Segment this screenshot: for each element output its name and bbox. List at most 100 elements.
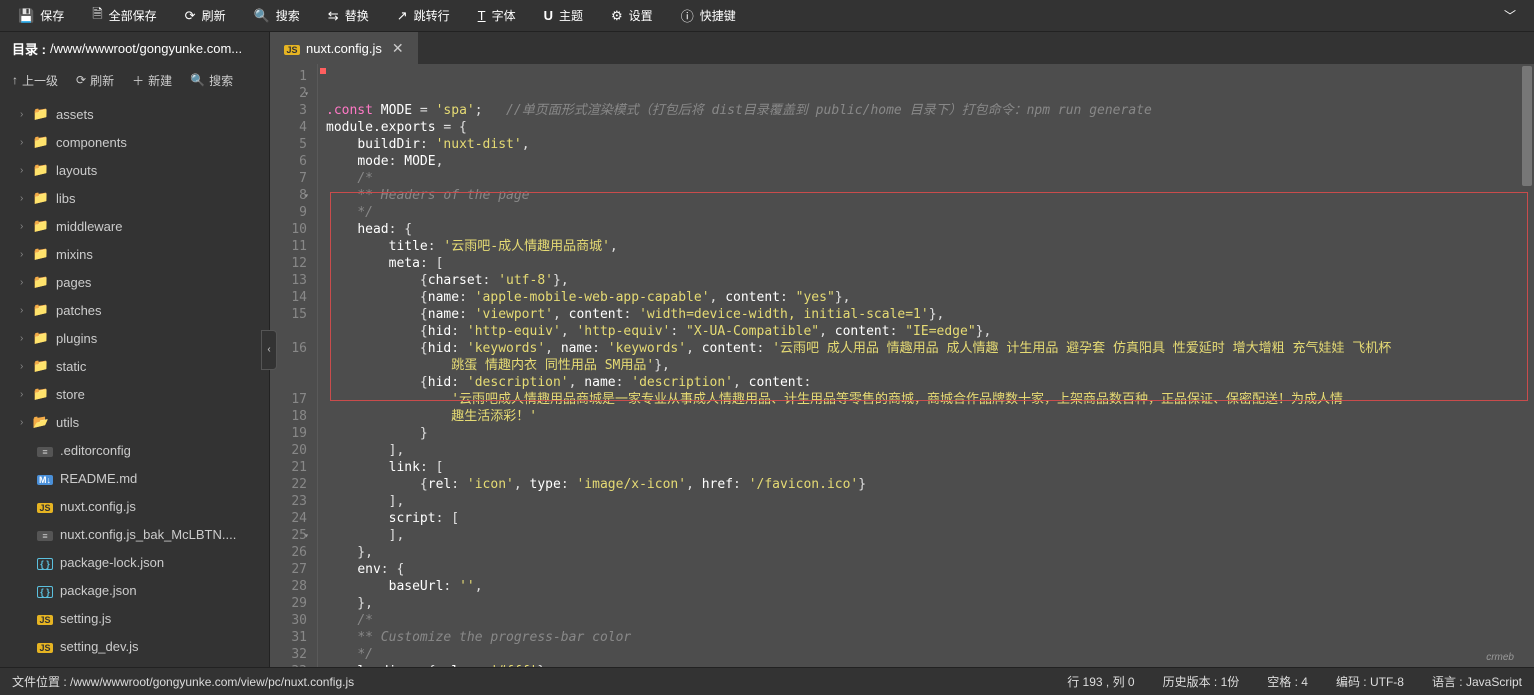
replace-label: 替换 [345, 7, 369, 24]
top-toolbar: 💾保存 🗎全部保存 ⟳刷新 🔍搜索 ⇆ 替换 ↗跳转行 T字体 U主题 ⚙ 设置 ⓘ… [0, 0, 1534, 32]
folder-item[interactable]: ›📁static [0, 352, 269, 380]
font-icon: T [478, 8, 486, 23]
folder-icon: 📁 [32, 274, 50, 290]
code-content[interactable]: .const MODE = 'spa'; //单页面形式渲染模式（打包后将 di… [318, 64, 1534, 667]
nav-search-button[interactable]: 🔍搜索 [190, 72, 233, 89]
folder-item[interactable]: ›📁plugins [0, 324, 269, 352]
goto-button[interactable]: ↗跳转行 [383, 0, 464, 32]
path-label: 目录 : [12, 39, 46, 58]
theme-label: 主题 [559, 7, 583, 24]
folder-item[interactable]: ›📁pages [0, 268, 269, 296]
folder-name: pages [56, 275, 91, 290]
status-path-label: 文件位置 : [12, 673, 67, 690]
shortcuts-button[interactable]: ⓘ快捷键 [667, 0, 750, 32]
refresh-icon: ⟳ [185, 8, 196, 24]
folder-item[interactable]: ›📁store [0, 380, 269, 408]
folder-name: plugins [56, 331, 97, 346]
plus-icon: ＋ [132, 72, 144, 89]
search-label: 搜索 [276, 7, 300, 24]
folder-name: layouts [56, 163, 97, 178]
folder-icon: 📁 [32, 190, 50, 206]
info-icon: ⓘ [681, 6, 694, 25]
folder-item[interactable]: ›📁middleware [0, 212, 269, 240]
folder-item[interactable]: ›📁layouts [0, 156, 269, 184]
folder-item[interactable]: ›📁libs [0, 184, 269, 212]
code-editor[interactable]: 1234567891011121314151617181920212223242… [270, 64, 1534, 667]
file-icon: JS [36, 611, 54, 626]
status-path: /www/wwwroot/gongyunke.com/view/pc/nuxt.… [70, 675, 354, 689]
chevron-right-icon: › [20, 249, 32, 260]
chevron-right-icon: › [20, 389, 32, 400]
status-history[interactable]: 历史版本 : 1份 [1163, 673, 1240, 690]
file-item[interactable]: { }package-lock.json [0, 548, 269, 576]
nav-actions: ↑ 上一级 ⟳ 刷新 ＋新建 🔍搜索 [0, 64, 269, 96]
file-name: setting_dev.js [60, 639, 139, 654]
file-icon: JS [36, 639, 54, 654]
path-value: /www/wwwroot/gongyunke.com... [50, 41, 242, 56]
file-item[interactable]: ≡ nuxt.config.js_bak_McLBTN.... [0, 520, 269, 548]
folder-item[interactable]: ›📁components [0, 128, 269, 156]
logo-watermark: crmeb [1486, 652, 1514, 663]
folder-item[interactable]: ›📁mixins [0, 240, 269, 268]
toolbar-menu-toggle[interactable]: ﹀ [1490, 7, 1530, 24]
tab-label: nuxt.config.js [306, 41, 382, 56]
chevron-right-icon: › [20, 417, 32, 428]
tab-nuxt-config[interactable]: JS nuxt.config.js ✕ [270, 32, 419, 64]
file-item[interactable]: { }package.json [0, 576, 269, 604]
file-icon: ≡ [36, 443, 54, 458]
folder-item[interactable]: ›📁assets [0, 100, 269, 128]
replace-button[interactable]: ⇆ 替换 [314, 0, 383, 32]
file-item[interactable]: M↓README.md [0, 464, 269, 492]
status-bar: 文件位置 : /www/wwwroot/gongyunke.com/view/p… [0, 667, 1534, 695]
folder-icon: 📁 [32, 134, 50, 150]
file-item[interactable]: JS setting_dev.js [0, 632, 269, 660]
arrow-up-icon: ↑ [12, 73, 18, 87]
vertical-scrollbar[interactable] [1522, 66, 1532, 665]
sidebar-collapse-handle[interactable]: ‹ [261, 330, 277, 370]
save-button[interactable]: 💾保存 [4, 0, 78, 32]
nav-refresh-label: 刷新 [90, 72, 114, 89]
file-name: setting.js [60, 611, 111, 626]
chevron-down-icon: ﹀ [1504, 9, 1516, 23]
font-button[interactable]: T字体 [464, 0, 530, 32]
file-name: nuxt.config.js_bak_McLBTN.... [60, 527, 236, 542]
save-all-button[interactable]: 🗎全部保存 [78, 0, 170, 32]
chevron-right-icon: › [20, 305, 32, 316]
nav-new-label: 新建 [148, 72, 172, 89]
search-button[interactable]: 🔍搜索 [240, 0, 314, 32]
scrollbar-thumb[interactable] [1522, 66, 1532, 186]
refresh-icon: ⟳ [76, 73, 86, 87]
theme-button[interactable]: U主题 [530, 0, 597, 32]
nav-up-label: 上一级 [22, 72, 58, 89]
file-item[interactable]: ≡.editorconfig [0, 436, 269, 464]
chevron-right-icon: › [20, 333, 32, 344]
gear-icon: ⚙ [611, 8, 623, 24]
path-header: 目录 : /www/wwwroot/gongyunke.com... [0, 32, 269, 64]
settings-label: 设置 [629, 7, 653, 24]
file-icon: ≡ [36, 527, 54, 542]
status-cursor[interactable]: 行 193 , 列 0 [1067, 673, 1134, 690]
status-space[interactable]: 空格 : 4 [1267, 673, 1308, 690]
sidebar: 目录 : /www/wwwroot/gongyunke.com... ↑ 上一级 … [0, 32, 270, 667]
replace-icon: ⇆ [328, 8, 339, 24]
file-icon: M↓ [36, 471, 54, 486]
chevron-right-icon: › [20, 221, 32, 232]
file-item[interactable]: JS setting.js [0, 604, 269, 632]
settings-button[interactable]: ⚙ 设置 [597, 0, 667, 32]
folder-item[interactable]: ›📂utils [0, 408, 269, 436]
chevron-right-icon: › [20, 361, 32, 372]
tab-close-button[interactable]: ✕ [392, 40, 404, 57]
status-lang[interactable]: 语言 : JavaScript [1432, 673, 1522, 690]
folder-item[interactable]: ›📁patches [0, 296, 269, 324]
chevron-right-icon: › [20, 165, 32, 176]
file-item[interactable]: JSnuxt.config.js [0, 492, 269, 520]
nav-refresh-button[interactable]: ⟳ 刷新 [76, 72, 114, 89]
nav-up-button[interactable]: ↑ 上一级 [12, 72, 58, 89]
nav-new-button[interactable]: ＋新建 [132, 72, 172, 89]
status-encoding[interactable]: 编码 : UTF-8 [1336, 673, 1404, 690]
file-icon: { } [36, 583, 54, 598]
file-tree[interactable]: ›📁assets›📁components›📁layouts›📁libs›📁mid… [0, 96, 269, 667]
refresh-button[interactable]: ⟳刷新 [171, 0, 240, 32]
folder-name: middleware [56, 219, 122, 234]
nav-search-label: 搜索 [209, 72, 233, 89]
